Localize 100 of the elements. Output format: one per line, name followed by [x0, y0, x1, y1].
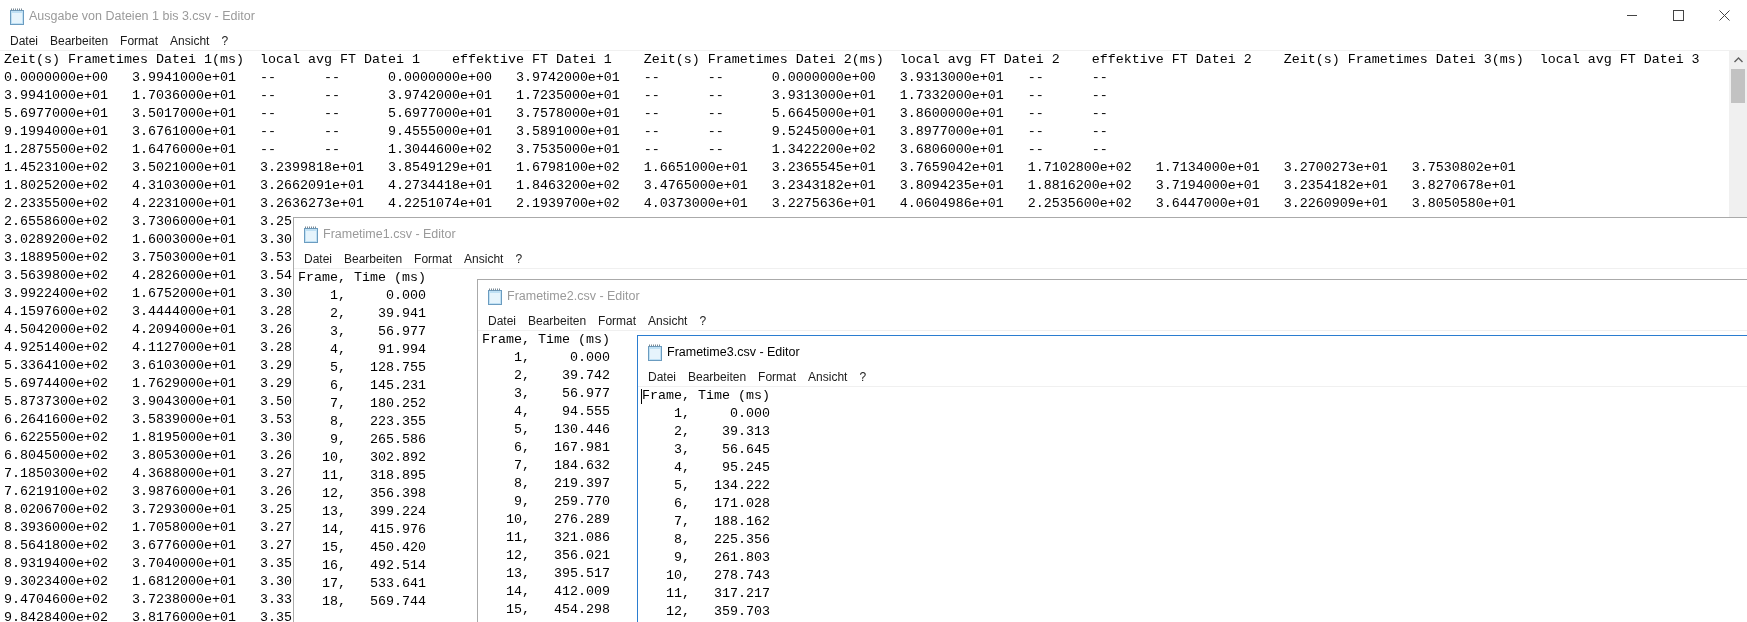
menu-item[interactable]: Bearbeiten: [340, 251, 407, 267]
frame-number: 13,: [321, 503, 346, 521]
text-line: 7.1850300e+02 4.3688000e+01 3.27: [4, 465, 292, 483]
text-line: 2.2335500e+02 4.2231000e+01 3.2636273e+01 4.2251074e+01 2.1939700e+02 4.0373000e+01 3.2275636e+01 4.0604986e+01 2.2535600e+02 3.6447000e+01 3.2260909e+01 3.8050580e+01: [4, 195, 1516, 213]
text-line: 1.8025200e+02 4.3103000e+01 3.2662091e+01 4.2734418e+01 1.8463200e+02 3.4765000e+01 3.2343182e+01 3.8094235e+01 1.8816200e+02 3.7194000e+01 3.2354182e+01 3.8270678e+01: [4, 177, 1516, 195]
frame-time: 95.245: [720, 459, 770, 477]
frame-time: 225.356: [712, 531, 770, 549]
menu-item[interactable]: Format: [116, 33, 163, 49]
menu-item[interactable]: Bearbeiten: [524, 313, 591, 329]
frame-number: 14,: [321, 521, 346, 539]
menu-item[interactable]: ?: [511, 251, 527, 267]
menu-item[interactable]: Bearbeiten: [684, 369, 751, 385]
text-line: 9.8428400e+02 3.8176000e+01 3.35: [4, 609, 292, 622]
frame-number: 1,: [673, 405, 690, 423]
frame-time: 219.397: [552, 475, 610, 493]
menu-item[interactable]: Format: [754, 369, 801, 385]
frame-time: 134.222: [712, 477, 770, 495]
frame-time: 39.313: [720, 423, 770, 441]
notepad-icon: [9, 7, 25, 25]
frame-time: 359.703: [712, 603, 770, 621]
text-line: 2.6558600e+02 3.7306000e+01 3.25: [4, 213, 292, 231]
menu-item[interactable]: Format: [410, 251, 457, 267]
frame-number: 14,: [505, 583, 530, 601]
menu-item[interactable]: Bearbeiten: [46, 33, 113, 49]
frame-number: 15,: [321, 539, 346, 557]
frame-time: 184.632: [552, 457, 610, 475]
text-line: 3.5639800e+02 4.2826000e+01 3.54: [4, 267, 292, 285]
frame-number: 1,: [513, 349, 530, 367]
notepad-icon: [487, 287, 503, 305]
menu-item[interactable]: Ansicht: [804, 369, 852, 385]
menu-item[interactable]: Ansicht: [166, 33, 214, 49]
text-line: 8.0206700e+02 3.7293000e+01 3.25: [4, 501, 292, 519]
frame-number: 4,: [513, 403, 530, 421]
frame-number: 5,: [329, 359, 346, 377]
text-line: Zeit(s) Frametimes Datei 1(ms) local avg FT Datei 1 effektive FT Datei 1 Zeit(s) Frametimes Datei 2(ms) local avg FT Datei 2 effektive FT Datei 2 Zeit(s) Frametimes Datei 3(ms) local avg FT Datei 3: [4, 51, 1700, 69]
text-line: 5.8737300e+02 3.9043000e+01 3.50: [4, 393, 292, 411]
frame-number: 16,: [321, 557, 346, 575]
frame-time: 395.517: [552, 565, 610, 583]
menu-item[interactable]: Ansicht: [644, 313, 692, 329]
vertical-scrollbar[interactable]: [1729, 51, 1747, 218]
frame-number: 10,: [505, 511, 530, 529]
menu-item[interactable]: Ansicht: [460, 251, 508, 267]
text-line: 9.4704600e+02 3.7238000e+01 3.33: [4, 591, 292, 609]
frame-time: 412.009: [552, 583, 610, 601]
maximize-icon: [1672, 9, 1684, 21]
frame-time: 302.892: [368, 449, 426, 467]
scrollbar-thumb[interactable]: [1731, 69, 1745, 103]
frame-number: 6,: [673, 495, 690, 513]
menu-item[interactable]: Datei: [484, 313, 520, 329]
frame-number: 8,: [329, 413, 346, 431]
frame-number: 7,: [329, 395, 346, 413]
frame-number: 12,: [665, 603, 690, 621]
frame-time: 128.755: [368, 359, 426, 377]
frame-number: 5,: [513, 421, 530, 439]
frame-number: 11,: [505, 529, 530, 547]
menu-item[interactable]: ?: [855, 369, 871, 385]
notepad-icon: [303, 225, 319, 243]
frame-time: 399.224: [368, 503, 426, 521]
menu-item[interactable]: Datei: [6, 33, 42, 49]
text-line: 8.5641800e+02 3.6776000e+01 3.27: [4, 537, 292, 555]
menu-item[interactable]: ?: [695, 313, 711, 329]
frame-time: 0.000: [384, 287, 426, 305]
frame-time: 356.398: [368, 485, 426, 503]
frame-time: 56.645: [720, 441, 770, 459]
frame-time: 145.231: [368, 377, 426, 395]
frame-number: 2,: [513, 367, 530, 385]
frame-time: 415.976: [368, 521, 426, 539]
column-header: Frame, Time (ms): [298, 270, 426, 285]
frame-time: 180.252: [368, 395, 426, 413]
frame-time: 533.641: [368, 575, 426, 593]
frame-number: 12,: [505, 547, 530, 565]
frame-number: 11,: [321, 467, 346, 485]
text-line: 5.3364100e+02 3.6103000e+01 3.29: [4, 357, 292, 375]
text-line: 7.6219100e+02 3.9876000e+01 3.26: [4, 483, 292, 501]
text-line: 6.8045000e+02 3.8053000e+01 3.26: [4, 447, 292, 465]
frame-number: 10,: [321, 449, 346, 467]
text-line: 5.6974400e+02 1.7629000e+01 3.29: [4, 375, 292, 393]
text-line: 3.9922400e+02 1.6752000e+01 3.30: [4, 285, 292, 303]
notepad-icon: [647, 343, 663, 361]
text-line: 5.6977000e+01 3.5017000e+01 -- -- 5.6977000e+01 3.7578000e+01 -- -- 5.6645000e+01 3.8600000e+01 -- --: [4, 105, 1108, 123]
menu-item[interactable]: ?: [217, 33, 233, 49]
frame-number: 8,: [513, 475, 530, 493]
frame-number: 18,: [321, 593, 346, 611]
frame-number: 3,: [513, 385, 530, 403]
frame-time: 259.770: [552, 493, 610, 511]
frame-time: 276.289: [552, 511, 610, 529]
frame-number: 15,: [505, 601, 530, 619]
frame-number: 7,: [673, 513, 690, 531]
close-icon: [1718, 9, 1730, 21]
frame-time: 171.028: [712, 495, 770, 513]
menu-item[interactable]: Datei: [644, 369, 680, 385]
menu-item[interactable]: Format: [594, 313, 641, 329]
frame-time: 317.217: [712, 585, 770, 603]
scroll-up-icon[interactable]: [1734, 57, 1743, 63]
menu-item[interactable]: Datei: [300, 251, 336, 267]
column-header: Frame, Time (ms): [642, 388, 770, 403]
window-title: Frametime2.csv - Editor: [507, 289, 640, 303]
frame-time: 450.420: [368, 539, 426, 557]
frame-time: 321.086: [552, 529, 610, 547]
text-line: 4.9251400e+02 4.1127000e+01 3.28: [4, 339, 292, 357]
